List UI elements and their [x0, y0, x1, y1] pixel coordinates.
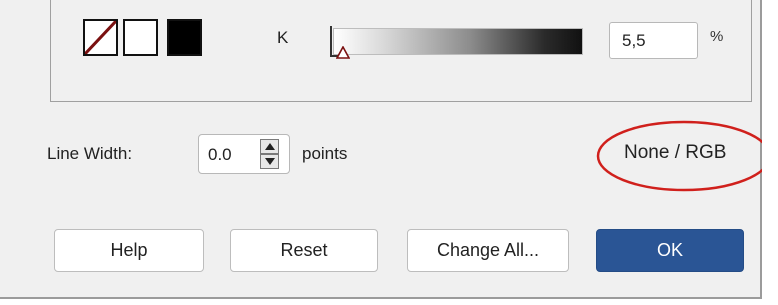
color-panel: K 5,5 %: [50, 0, 752, 102]
white-swatch[interactable]: [123, 19, 158, 56]
ok-button[interactable]: OK: [596, 229, 744, 272]
k-value-input[interactable]: 5,5: [609, 22, 698, 59]
line-width-unit: points: [302, 144, 348, 163]
black-swatch[interactable]: [167, 19, 202, 56]
arrow-up-icon: [265, 143, 275, 150]
spin-up-button[interactable]: [260, 139, 279, 154]
line-width-field[interactable]: 0.0: [198, 134, 290, 174]
reset-button[interactable]: Reset: [230, 229, 378, 272]
help-button[interactable]: Help: [54, 229, 204, 272]
none-swatch-icon: [85, 21, 116, 54]
window-margin-right: [762, 0, 778, 305]
k-slider-track[interactable]: [333, 28, 583, 55]
highlight-ellipse: [596, 120, 772, 192]
spin-down-button[interactable]: [260, 154, 279, 169]
window-margin-bottom: [0, 299, 778, 305]
line-width-value[interactable]: 0.0: [208, 145, 232, 165]
arrow-down-icon: [265, 158, 275, 165]
slider-thumb-icon[interactable]: [336, 46, 350, 60]
k-unit-label: %: [710, 28, 724, 45]
line-width-label: Line Width:: [47, 144, 133, 163]
k-slider-bracket: [330, 26, 332, 57]
change-all-button[interactable]: Change All...: [407, 229, 569, 272]
none-swatch[interactable]: [83, 19, 118, 56]
k-channel-label: K: [277, 28, 289, 47]
